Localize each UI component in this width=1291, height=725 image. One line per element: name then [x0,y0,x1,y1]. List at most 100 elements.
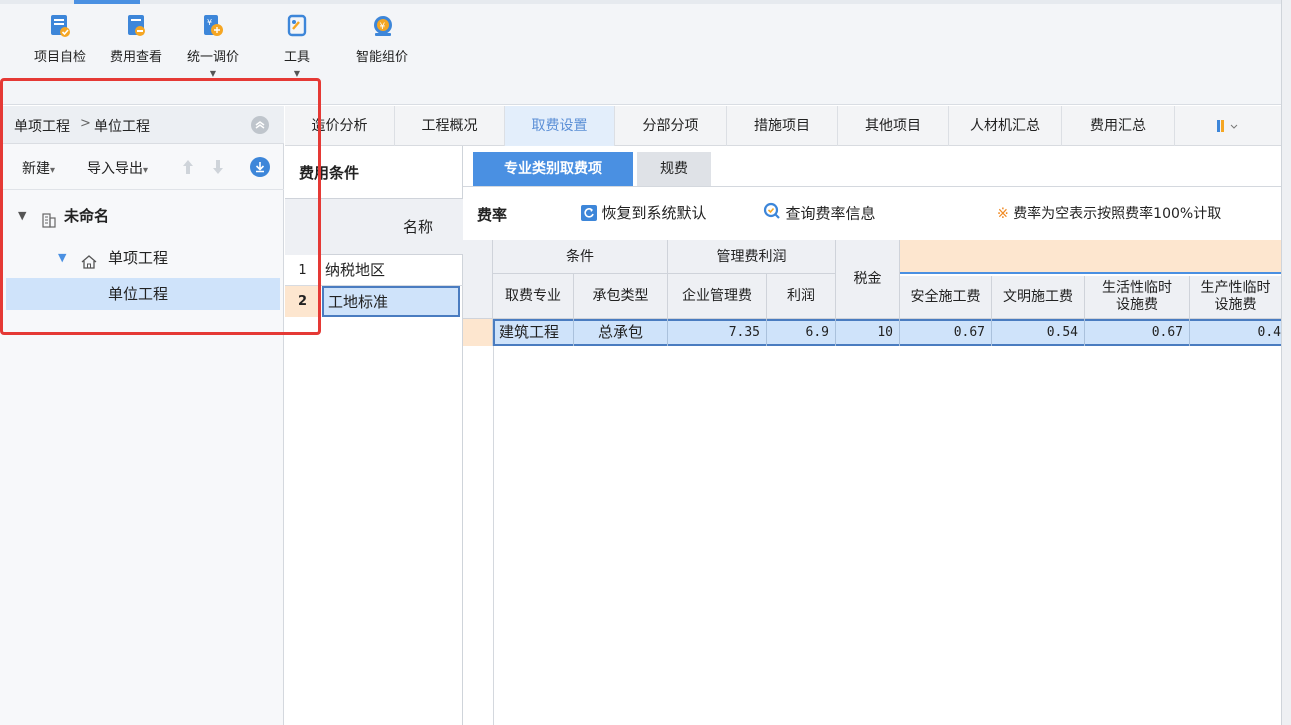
ribbon-toolbar: 项目自检 费用查看 ¥ 统一调价 ▼ 工具 ▼ ¥ 智能组价 [0,0,1281,105]
cell-living-temp-facility[interactable]: 0.67 [1085,319,1190,346]
tab-fee-settings[interactable]: 取费设置 [505,106,615,146]
tree-action-bar: 新建▾ 导入导出▾ [0,144,284,190]
restore-default-label: 恢复到系统默认 [601,204,707,222]
header-line: 设施费 [1214,297,1257,313]
column-header-safety-fee: 安全施工费 [900,276,992,319]
tree-expand-icon[interactable]: ▼ [18,200,26,232]
tree-node-root-label: 未命名 [64,207,110,225]
project-check-button[interactable]: 项目自检 [14,14,106,65]
tree-node-unit-project-label: 单位工程 [108,285,169,303]
condition-row-tax-region[interactable]: 纳税地区 [321,255,463,286]
cost-view-icon [125,14,147,38]
adjust-price-icon: ¥ [202,14,224,38]
column-header-name: 名称 [321,199,463,255]
cell-civilized-fee[interactable]: 0.54 [992,319,1085,346]
header-line: 生活性临时 [1102,280,1172,296]
collapse-panel-icon[interactable] [251,116,269,134]
rate-note-text: 费率为空表示按照费率100%计取 [1013,206,1222,222]
smart-pricing-label: 智能组价 [355,50,408,65]
cost-view-button[interactable]: 费用查看 [96,14,176,65]
condition-row-site-standard-selected[interactable]: 工地标准 [322,286,460,317]
cell-production-temp-facility[interactable]: 0.4 [1190,319,1281,346]
cell-mgmt-fee[interactable]: 7.35 [668,319,767,346]
tree-expand-icon[interactable]: ▼ [58,242,66,274]
download-icon[interactable] [250,157,270,177]
project-tree-panel: 单项工程 > 单位工程 新建▾ 导入导出▾ ▼ 未命名 ▼ 单项工程 单位工程 [0,106,284,725]
tab-measure-items[interactable]: 措施项目 [727,106,838,146]
check-document-icon [49,14,71,38]
tree-node-single-project[interactable]: ▼ 单项工程 [0,242,284,274]
column-header-contract-type: 承包类型 [574,274,668,319]
tools-icon [286,14,308,38]
group-header-mgmt-profit: 管理费利润 [668,240,836,274]
cost-view-label: 费用查看 [109,50,162,65]
breadcrumb-level-2[interactable]: 单位工程 [94,116,150,136]
tab-other-items[interactable]: 其他项目 [838,106,949,146]
move-up-icon[interactable] [181,158,195,180]
new-button-label: 新建 [22,161,50,177]
move-down-icon[interactable] [211,158,225,180]
tools-button[interactable]: 工具 ▼ [272,14,322,78]
breadcrumb-level-1[interactable]: 单项工程 [14,116,70,136]
fee-conditions-title: 费用条件 [299,164,360,182]
restore-default-button[interactable]: 恢复到系统默认 [581,202,706,223]
import-export-dropdown-icon: ▾ [143,165,149,176]
tab-labor-material-summary[interactable]: 人材机汇总 [949,106,1062,146]
tools-dropdown-icon[interactable]: ▼ [272,69,322,78]
grid-row-index [463,319,493,346]
column-header-production-temp-facility: 生产性临时 设施费 [1190,276,1281,319]
grid-row-header-corner [463,240,493,319]
svg-text:¥: ¥ [207,18,212,27]
note-asterisk-icon: ※ [997,206,1009,222]
cell-safety-fee[interactable]: 0.67 [900,319,992,346]
column-header-living-temp-facility: 生活性临时 设施费 [1085,276,1190,319]
cell-specialty[interactable]: 建筑工程 [495,319,574,346]
group-header-highlight [900,240,1281,274]
tab-more-dropdown[interactable] [1175,106,1281,146]
smart-pricing-icon: ¥ [371,14,393,38]
svg-text:¥: ¥ [380,22,386,32]
adjust-price-button[interactable]: ¥ 统一调价 ▼ [172,14,254,78]
row-header-corner [285,199,321,255]
import-export-label: 导入导出 [87,161,143,177]
import-export-button[interactable]: 导入导出▾ [87,158,148,178]
smart-pricing-button[interactable]: ¥ 智能组价 [342,14,422,65]
query-icon [763,202,781,224]
column-header-civilized-fee: 文明施工费 [992,276,1085,319]
cell-profit[interactable]: 6.9 [767,319,836,346]
divider [463,186,1281,187]
cell-tax[interactable]: 10 [836,319,900,346]
fee-rate-area: 专业类别取费项 规费 费率 恢复到系统默认 查询费率信息 ※ 费率为空表示按照费… [463,146,1281,725]
header-line: 生产性临时 [1200,280,1271,296]
tab-cost-summary[interactable]: 费用汇总 [1062,106,1175,146]
row-index: 1 [285,255,321,286]
tab-divisional-items[interactable]: 分部分项 [615,106,727,146]
fee-conditions-panel: 费用条件 名称 1 纳税地区 2 工地标准 [285,146,463,725]
main-tab-bar: 造价分析 工程概况 取费设置 分部分项 措施项目 其他项目 人材机汇总 费用汇总 [285,106,1281,146]
column-header-tax: 税金 [836,240,900,319]
row-index: 2 [285,286,321,317]
tab-cost-analysis[interactable]: 造价分析 [285,106,395,146]
adjust-price-label: 统一调价 [186,50,239,65]
query-rate-info-label: 查询费率信息 [785,204,876,223]
rate-section-title: 费率 [477,206,508,224]
tree-node-root[interactable]: ▼ 未命名 [0,200,284,232]
grid-left-border [493,346,494,725]
rate-note: ※ 费率为空表示按照费率100%计取 [997,203,1221,223]
subtab-specialty-fee-items[interactable]: 专业类别取费项 [473,152,633,186]
project-check-label: 项目自检 [33,50,86,65]
tree-node-unit-project-selected[interactable]: 单位工程 [6,278,280,310]
subtab-regulatory-fees[interactable]: 规费 [637,152,711,186]
ribbon-active-tab-indicator [74,0,140,4]
new-dropdown-icon: ▾ [50,165,56,176]
tools-label: 工具 [283,50,310,65]
building-icon [40,208,58,240]
adjust-price-dropdown-icon[interactable]: ▼ [172,69,254,78]
column-header-profit: 利润 [767,274,836,319]
query-rate-info-button[interactable]: 查询费率信息 [763,202,875,224]
window-vertical-scrollbar[interactable] [1281,0,1291,725]
tab-project-overview[interactable]: 工程概况 [395,106,505,146]
cell-contract-type[interactable]: 总承包 [574,319,668,346]
tree-node-single-project-label: 单项工程 [108,249,169,267]
new-button[interactable]: 新建▾ [22,158,55,178]
